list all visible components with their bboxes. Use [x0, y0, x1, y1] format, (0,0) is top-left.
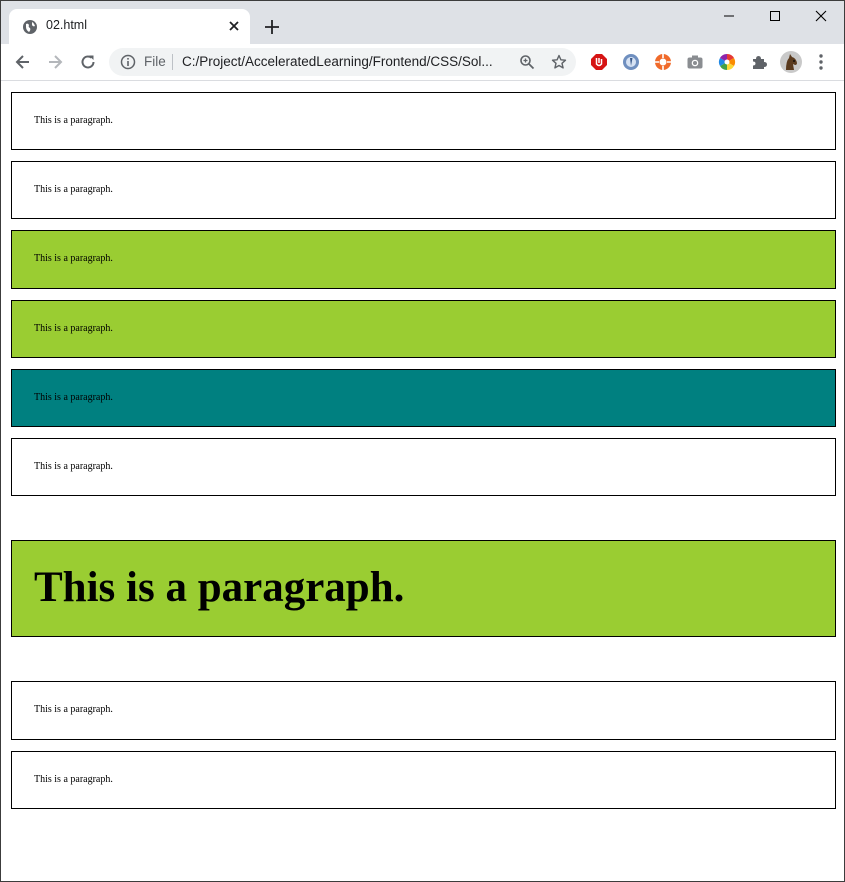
paragraph-box-5: This is a paragraph.	[11, 369, 836, 427]
info-icon[interactable]	[120, 54, 136, 70]
forward-button[interactable]	[42, 49, 68, 75]
extensions-puzzle-icon[interactable]	[750, 53, 768, 71]
minimize-icon	[724, 15, 734, 17]
bookmark-star-icon[interactable]	[551, 54, 567, 70]
maximize-icon	[770, 11, 780, 21]
page-viewport: This is a paragraph. This is a paragraph…	[1, 81, 844, 881]
url-text[interactable]: C:/Project/AcceleratedLearning/Frontend/…	[182, 54, 493, 69]
omnibox-divider	[172, 54, 173, 70]
orange-extension-icon[interactable]	[654, 53, 672, 71]
reload-button[interactable]	[75, 49, 101, 75]
paragraph-text: This is a paragraph.	[34, 704, 113, 715]
paragraph-box-2: This is a paragraph.	[11, 161, 836, 219]
adblock-stop-icon[interactable]	[590, 53, 608, 71]
paragraph-text: This is a paragraph.	[34, 323, 113, 334]
paragraph-box-4: This is a paragraph.	[11, 300, 836, 358]
paragraph-text: This is a paragraph.	[34, 184, 113, 195]
browser-window: 02.html File C:/Project/AcceleratedLearn…	[0, 0, 845, 882]
reload-icon	[81, 55, 95, 69]
tab-title: 02.html	[46, 18, 87, 32]
paragraph-box-1: This is a paragraph.	[11, 92, 836, 150]
profile-avatar-icon[interactable]	[780, 51, 802, 73]
shield-extension-icon[interactable]	[622, 53, 640, 71]
minimize-button[interactable]	[706, 1, 752, 31]
camera-icon[interactable]	[686, 53, 704, 71]
scheme-label: File	[144, 54, 166, 69]
close-window-icon	[815, 10, 827, 22]
back-button[interactable]	[10, 49, 36, 75]
paragraph-box-6: This is a paragraph.	[11, 438, 836, 496]
paragraph-box-3: This is a paragraph.	[11, 230, 836, 289]
menu-kebab-icon[interactable]	[814, 53, 828, 71]
close-window-button[interactable]	[798, 1, 844, 31]
forward-arrow-icon	[49, 55, 63, 69]
new-tab-plus-icon[interactable]	[261, 16, 283, 38]
paragraph-text: This is a paragraph.	[34, 115, 113, 126]
paragraph-text: This is a paragraph.	[34, 564, 405, 611]
tab-02-html[interactable]: 02.html	[9, 9, 250, 44]
close-tab-icon[interactable]	[226, 18, 242, 34]
back-arrow-icon	[15, 55, 29, 69]
color-wheel-icon[interactable]	[718, 53, 736, 71]
paragraph-box-7-large: This is a paragraph.	[11, 540, 836, 637]
globe-icon	[22, 19, 38, 35]
browser-toolbar: File C:/Project/AcceleratedLearning/Fron…	[1, 44, 844, 81]
paragraph-box-9: This is a paragraph.	[11, 751, 836, 809]
paragraph-text: This is a paragraph.	[34, 253, 113, 264]
paragraph-text: This is a paragraph.	[34, 774, 113, 785]
address-bar[interactable]: File C:/Project/AcceleratedLearning/Fron…	[109, 48, 576, 76]
zoom-icon[interactable]	[519, 54, 535, 70]
paragraph-text: This is a paragraph.	[34, 392, 113, 403]
maximize-button[interactable]	[752, 1, 798, 31]
tab-strip: 02.html	[1, 1, 844, 44]
paragraph-box-8: This is a paragraph.	[11, 681, 836, 740]
paragraph-text: This is a paragraph.	[34, 461, 113, 472]
